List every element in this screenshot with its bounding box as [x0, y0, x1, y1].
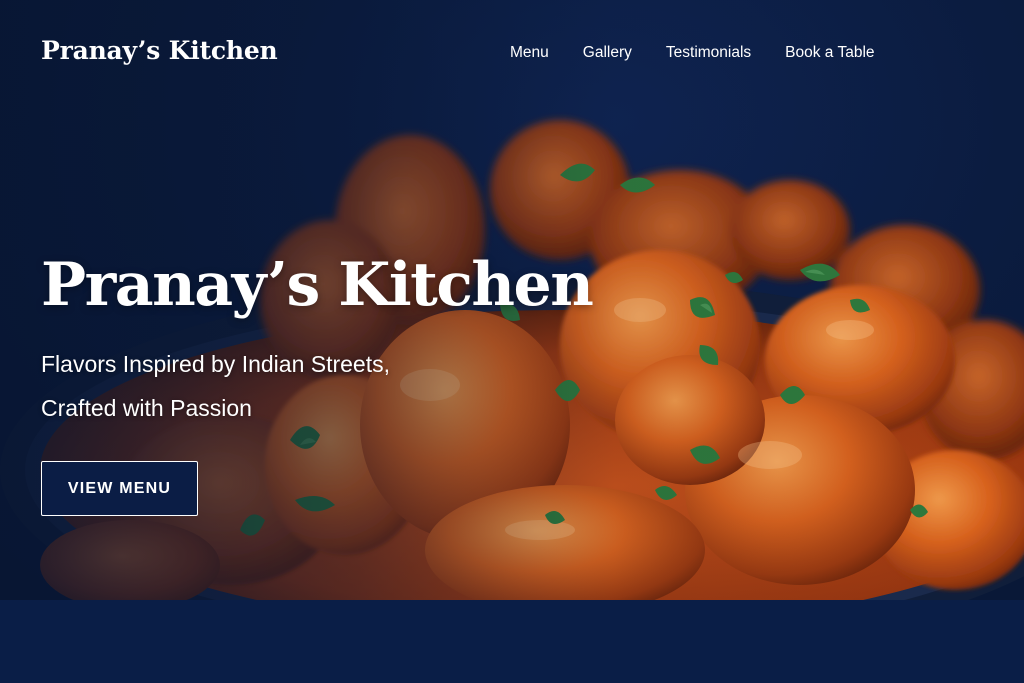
nav-links: Menu Gallery Testimonials Book a Table: [510, 44, 875, 62]
view-menu-button[interactable]: VIEW MENU: [41, 461, 198, 516]
brand-logo[interactable]: Pranay’s Kitchen: [41, 36, 278, 65]
hero-title: Pranay’s Kitchen: [41, 250, 594, 320]
hero-tagline-line1: Flavors Inspired by Indian Streets,: [41, 351, 390, 377]
nav-link-testimonials[interactable]: Testimonials: [666, 44, 751, 62]
nav-link-gallery[interactable]: Gallery: [583, 44, 632, 62]
hero-section: Pranay’s Kitchen Menu Gallery Testimonia…: [0, 0, 1024, 600]
top-nav: Pranay’s Kitchen Menu Gallery Testimonia…: [0, 0, 1024, 106]
nav-link-book-a-table[interactable]: Book a Table: [785, 44, 874, 62]
page: Pranay’s Kitchen Menu Gallery Testimonia…: [0, 0, 1024, 683]
nav-link-menu[interactable]: Menu: [510, 44, 549, 62]
hero-tagline-line2: Crafted with Passion: [41, 395, 252, 421]
section-divider-band: [0, 600, 1024, 683]
